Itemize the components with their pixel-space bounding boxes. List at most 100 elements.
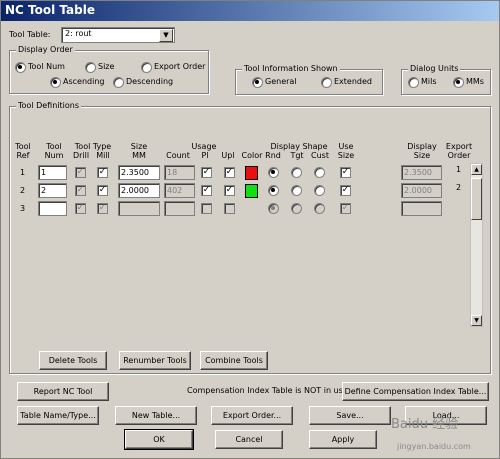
display-order-group: Display Order [9, 45, 209, 94]
ok-button[interactable]: OK [124, 429, 194, 450]
display-order-export-label: Export Order [154, 62, 206, 71]
units-mms-label: MMs [466, 77, 484, 86]
report-nc-tool-button[interactable]: Report NC Tool [17, 382, 109, 401]
row3-ref: 3 [20, 204, 26, 213]
header-usage: Usage [191, 142, 217, 151]
display-order-size-label: Size [98, 62, 115, 71]
row3-upl-checkbox [224, 203, 235, 214]
header-size-mm: Size MM [130, 142, 148, 160]
header-rnd: Rnd [265, 151, 281, 160]
row2-tgt-radio[interactable] [291, 185, 302, 196]
tool-table-value: 2: rout [65, 29, 92, 38]
row3-cust-radio [314, 203, 325, 214]
row1-rnd-radio[interactable] [268, 167, 279, 178]
tool-table-select[interactable]: 2: rout ▼ [61, 27, 175, 43]
row1-num-field[interactable]: 1 [38, 165, 67, 180]
row2-display-size-field: 2.0000 [401, 183, 442, 198]
row3-mill-checkbox: ✓ [97, 203, 108, 214]
row2-mill-checkbox[interactable]: ✓ [97, 185, 108, 196]
tool-info-extended-label: Extended [334, 77, 372, 86]
row2-cust-radio[interactable] [314, 185, 325, 196]
row2-use-size-checkbox[interactable]: ✓ [340, 185, 351, 196]
header-display-shape: Display Shape [270, 142, 328, 151]
tool-table-label: Tool Table: [9, 30, 51, 39]
export-order-button[interactable]: Export Order... [211, 406, 293, 425]
combine-tools-button[interactable]: Combine Tools [200, 351, 268, 370]
row2-upl-checkbox[interactable]: ✓ [224, 185, 235, 196]
watermark-url: jingyan.baidu.com [397, 442, 471, 451]
row3-display-size-field [401, 201, 442, 216]
row2-pl-checkbox[interactable]: ✓ [201, 185, 212, 196]
ascending-radio[interactable] [50, 77, 61, 88]
tool-info-legend: Tool Information Shown [242, 64, 340, 73]
header-mill: Mill [96, 151, 110, 160]
new-table-button[interactable]: New Table... [115, 406, 197, 425]
header-drill: Drill [72, 151, 90, 160]
display-order-export-radio[interactable] [141, 62, 152, 73]
display-order-size-radio[interactable] [85, 62, 96, 73]
row2-color-swatch[interactable] [245, 184, 258, 198]
row1-pl-checkbox[interactable]: ✓ [201, 167, 212, 178]
descending-radio[interactable] [113, 77, 124, 88]
row3-count-field [164, 201, 195, 216]
row3-size-field [118, 201, 160, 216]
header-count: Count [166, 151, 190, 160]
row3-tgt-radio [291, 203, 302, 214]
ascending-label: Ascending [63, 77, 105, 86]
row1-use-size-checkbox[interactable]: ✓ [340, 167, 351, 178]
display-order-tool-num-radio[interactable] [15, 62, 26, 73]
tool-info-general-radio[interactable] [252, 77, 263, 88]
units-mils-label: Mils [421, 77, 437, 86]
apply-button[interactable]: Apply [309, 430, 377, 449]
header-tool-ref: Tool Ref [15, 142, 31, 160]
row1-mill-checkbox[interactable]: ✓ [97, 167, 108, 178]
units-mils-radio[interactable] [408, 77, 419, 88]
row1-upl-checkbox[interactable]: ✓ [224, 167, 235, 178]
header-tool-type: Tool Type [74, 142, 112, 151]
header-upl: Upl [221, 151, 235, 160]
units-mms-radio[interactable] [453, 77, 464, 88]
row1-color-swatch[interactable] [245, 166, 258, 180]
row2-size-field[interactable]: 2.0000 [118, 183, 160, 198]
header-color: Color [241, 151, 263, 160]
header-tgt: Tgt [290, 151, 304, 160]
row3-num-field[interactable] [38, 201, 67, 216]
descending-label: Descending [126, 77, 174, 86]
header-cust: Cust [311, 151, 329, 160]
table-name-type-button[interactable]: Table Name/Type... [17, 406, 99, 425]
row1-ref: 1 [20, 168, 26, 177]
tools-scrollbar[interactable]: ▲ ▼ [470, 163, 483, 327]
tool-info-general-label: General [265, 77, 297, 86]
tool-info-extended-radio[interactable] [321, 77, 332, 88]
tool-definitions-legend: Tool Definitions [16, 101, 81, 110]
row3-pl-checkbox [201, 203, 212, 214]
scroll-up-icon[interactable]: ▲ [471, 164, 482, 175]
header-export-order: Export Order [445, 142, 473, 160]
row1-cust-radio[interactable] [314, 167, 325, 178]
scroll-thumb[interactable] [471, 178, 482, 220]
define-comp-index-button[interactable]: Define Compensation Index Table... [342, 382, 489, 401]
watermark-brand: Baidu 经验 [391, 417, 459, 432]
renumber-tools-button[interactable]: Renumber Tools [119, 351, 191, 370]
row2-export-order: 2 [456, 183, 462, 192]
chevron-down-icon[interactable]: ▼ [159, 29, 173, 42]
header-tool-num: Tool Num [44, 142, 64, 160]
cancel-button[interactable]: Cancel [215, 430, 283, 449]
row2-num-field[interactable]: 2 [38, 183, 67, 198]
row2-rnd-radio[interactable] [268, 185, 279, 196]
row2-count-field: 402 [164, 183, 195, 198]
nc-tool-table-window: NC Tool Table Tool Table: 2: rout ▼ Disp… [0, 0, 500, 459]
title-bar[interactable]: NC Tool Table [1, 1, 499, 21]
compensation-status-text: Compensation Index Table is NOT in use: [187, 386, 351, 395]
row1-tgt-radio[interactable] [291, 167, 302, 178]
row2-drill-checkbox: ✓ [75, 185, 86, 196]
delete-tools-button[interactable]: Delete Tools [39, 351, 107, 370]
display-order-legend: Display Order [16, 45, 75, 54]
row1-size-field[interactable]: 2.3500 [118, 165, 160, 180]
row3-rnd-radio [268, 203, 279, 214]
row3-use-size-checkbox: ✓ [340, 203, 351, 214]
row1-export-order: 1 [456, 165, 462, 174]
scroll-down-icon[interactable]: ▼ [471, 315, 482, 326]
header-display-size: Display Size [407, 142, 437, 160]
save-button[interactable]: Save... [309, 406, 391, 425]
